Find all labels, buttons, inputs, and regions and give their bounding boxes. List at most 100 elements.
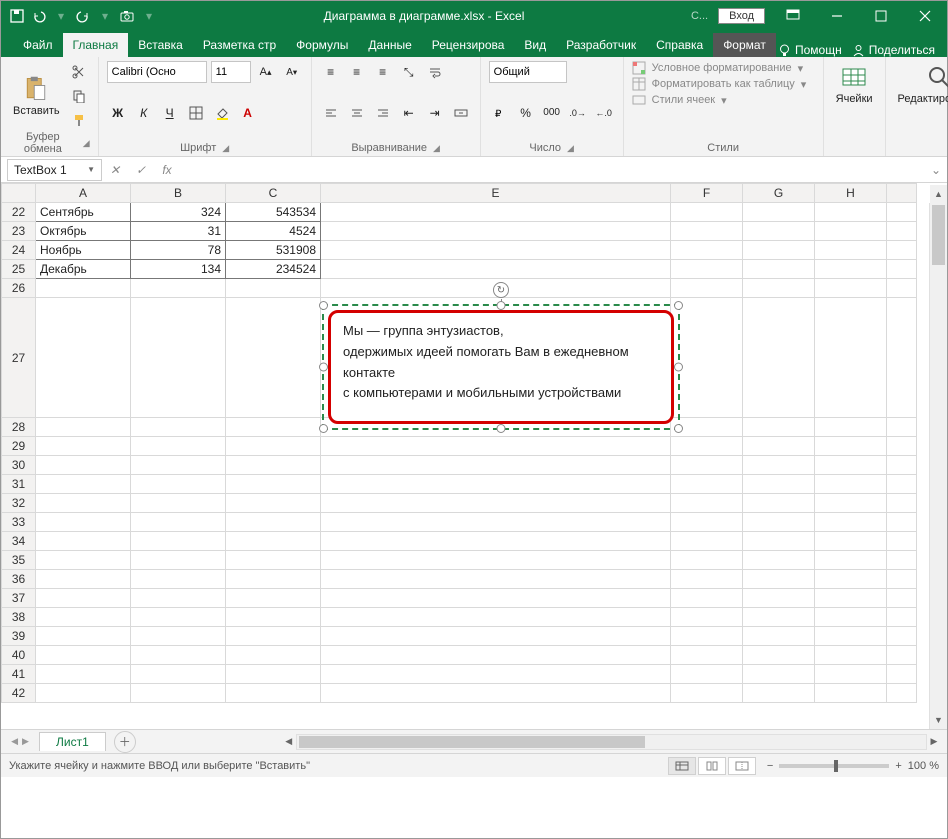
cell[interactable]: [743, 589, 815, 608]
cell[interactable]: Декабрь: [36, 260, 131, 279]
vertical-scrollbar[interactable]: ▲ ▼: [929, 203, 947, 729]
row-header[interactable]: 28: [2, 418, 36, 437]
cell[interactable]: [815, 241, 887, 260]
bold-button[interactable]: Ж: [107, 102, 129, 124]
resize-handle[interactable]: [319, 363, 328, 372]
col-header-tail[interactable]: [887, 184, 917, 203]
tab-view[interactable]: Вид: [514, 33, 556, 57]
cell[interactable]: [743, 665, 815, 684]
cell[interactable]: [131, 513, 226, 532]
maximize-button[interactable]: [859, 1, 903, 31]
cell[interactable]: [226, 589, 321, 608]
hscroll-thumb[interactable]: [299, 736, 645, 748]
cell[interactable]: [36, 684, 131, 703]
cell[interactable]: [321, 532, 671, 551]
fill-color-button[interactable]: [211, 102, 233, 124]
cell[interactable]: [887, 203, 917, 222]
row-header[interactable]: 39: [2, 627, 36, 646]
resize-handle[interactable]: [674, 301, 683, 310]
row-header[interactable]: 36: [2, 570, 36, 589]
cell[interactable]: [743, 551, 815, 570]
cell[interactable]: [815, 684, 887, 703]
cell[interactable]: [226, 684, 321, 703]
save-icon[interactable]: [9, 8, 25, 24]
close-button[interactable]: [903, 1, 947, 31]
row-header[interactable]: 34: [2, 532, 36, 551]
orientation-button[interactable]: ⤡: [398, 61, 420, 83]
align-top-button[interactable]: ≡: [320, 61, 342, 83]
col-header[interactable]: E: [321, 184, 671, 203]
rotate-handle-icon[interactable]: ↻: [493, 282, 509, 298]
cell[interactable]: [321, 260, 671, 279]
cell[interactable]: [36, 627, 131, 646]
cell[interactable]: [321, 475, 671, 494]
cell[interactable]: [815, 437, 887, 456]
cell[interactable]: [887, 241, 917, 260]
cell[interactable]: [36, 437, 131, 456]
cell[interactable]: Октябрь: [36, 222, 131, 241]
cell[interactable]: 31: [131, 222, 226, 241]
align-left-button[interactable]: [320, 102, 342, 124]
dialog-launcher-icon[interactable]: ◢: [222, 143, 229, 154]
dialog-launcher-icon[interactable]: ◢: [83, 138, 90, 149]
cell[interactable]: [671, 570, 743, 589]
undo-icon[interactable]: [31, 8, 47, 24]
col-header[interactable]: C: [226, 184, 321, 203]
horizontal-scrollbar[interactable]: ◀ ▶: [296, 734, 927, 750]
camera-icon[interactable]: [119, 8, 135, 24]
tab-file[interactable]: Файл: [13, 33, 63, 57]
scroll-down-icon[interactable]: ▼: [930, 711, 947, 729]
row-header[interactable]: 37: [2, 589, 36, 608]
cell[interactable]: [131, 475, 226, 494]
cell[interactable]: [743, 475, 815, 494]
col-header[interactable]: H: [815, 184, 887, 203]
cell[interactable]: [743, 627, 815, 646]
cell[interactable]: [321, 222, 671, 241]
share-button[interactable]: Поделиться: [852, 43, 935, 57]
cell[interactable]: [815, 665, 887, 684]
cell[interactable]: [36, 646, 131, 665]
merge-button[interactable]: [450, 102, 472, 124]
cell[interactable]: [887, 418, 917, 437]
ribbon-display-options-icon[interactable]: [771, 1, 815, 31]
expand-formula-bar-icon[interactable]: ⌄: [925, 163, 947, 177]
cell[interactable]: [226, 513, 321, 532]
page-layout-view-button[interactable]: [698, 757, 726, 775]
signin-button[interactable]: Вход: [718, 8, 765, 24]
decrease-decimal-button[interactable]: ←.0: [593, 102, 615, 124]
select-all-corner[interactable]: [2, 184, 36, 203]
resize-handle[interactable]: [319, 301, 328, 310]
cell[interactable]: [131, 279, 226, 298]
scroll-up-icon[interactable]: ▲: [930, 185, 947, 203]
cell[interactable]: [671, 456, 743, 475]
enter-formula-icon[interactable]: ✓: [128, 163, 154, 177]
cell[interactable]: [671, 298, 743, 418]
cell[interactable]: [131, 627, 226, 646]
cell[interactable]: [887, 665, 917, 684]
cell[interactable]: [321, 684, 671, 703]
format-as-table-button[interactable]: Форматировать как таблицу ▾: [632, 77, 815, 91]
col-header[interactable]: A: [36, 184, 131, 203]
cell[interactable]: [815, 279, 887, 298]
resize-handle[interactable]: [674, 424, 683, 433]
cell[interactable]: [131, 298, 226, 418]
row-header[interactable]: 42: [2, 684, 36, 703]
row-header[interactable]: 26: [2, 279, 36, 298]
cell[interactable]: [887, 570, 917, 589]
cell[interactable]: [887, 646, 917, 665]
cell[interactable]: [815, 203, 887, 222]
decrease-font-button[interactable]: A▾: [281, 61, 303, 83]
cell[interactable]: [131, 418, 226, 437]
cell[interactable]: [671, 203, 743, 222]
tab-review[interactable]: Рецензирова: [422, 33, 515, 57]
cell[interactable]: [131, 570, 226, 589]
cell[interactable]: [36, 513, 131, 532]
page-break-view-button[interactable]: [728, 757, 756, 775]
cell[interactable]: [131, 665, 226, 684]
cell[interactable]: [815, 513, 887, 532]
cell[interactable]: [226, 532, 321, 551]
cell[interactable]: [887, 475, 917, 494]
scroll-right-icon[interactable]: ▶: [926, 735, 942, 749]
cell[interactable]: [671, 551, 743, 570]
cell[interactable]: [887, 260, 917, 279]
